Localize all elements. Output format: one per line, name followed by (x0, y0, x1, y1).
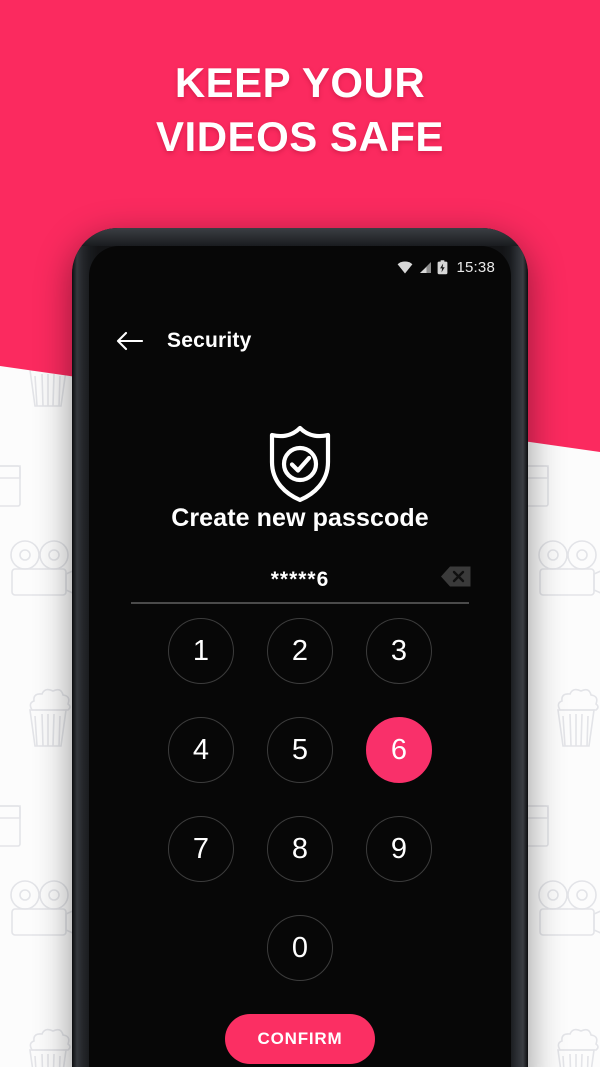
keypad-row: 1 2 3 (89, 618, 511, 684)
key-1[interactable]: 1 (168, 618, 234, 684)
key-8[interactable]: 8 (267, 816, 333, 882)
key-9[interactable]: 9 (366, 816, 432, 882)
passcode-input[interactable]: *****6 (131, 558, 471, 604)
app-toolbar: Security (89, 316, 511, 366)
key-0[interactable]: 0 (267, 915, 333, 981)
headline-line-1: KEEP YOUR (174, 59, 426, 106)
keypad-row: 7 8 9 (89, 816, 511, 882)
arrow-left-icon[interactable] (103, 331, 155, 351)
cellular-signal-icon (418, 261, 432, 274)
shield-check-icon (89, 424, 511, 504)
key-6[interactable]: 6 (366, 717, 432, 783)
backspace-icon[interactable] (439, 564, 473, 589)
promo-headline: KEEP YOUR VIDEOS SAFE (0, 56, 600, 164)
key-3[interactable]: 3 (366, 618, 432, 684)
numeric-keypad: 1 2 3 4 5 6 7 8 9 0 (89, 618, 511, 1014)
phone-top-edge (72, 228, 528, 246)
confirm-button[interactable]: CONFIRM (224, 1014, 376, 1064)
passcode-heading: Create new passcode (171, 504, 429, 532)
key-5[interactable]: 5 (267, 717, 333, 783)
key-7[interactable]: 7 (168, 816, 234, 882)
status-bar: 15:38 (89, 246, 511, 288)
page-title: Security (167, 329, 252, 352)
promo-screenshot: KEEP YOUR VIDEOS SAFE 15:38 Security Cre… (0, 0, 600, 1067)
confirm-button-container: CONFIRM (89, 1014, 511, 1064)
keypad-row: 0 (89, 915, 511, 981)
keypad-row: 4 5 6 (89, 717, 511, 783)
headline-line-2: VIDEOS SAFE (156, 113, 444, 160)
phone-mockup: 15:38 Security Create new passcode *****… (72, 228, 528, 1067)
status-bar-time: 15:38 (456, 258, 495, 276)
passcode-value: *****6 (270, 568, 330, 591)
battery-charging-icon (437, 259, 448, 275)
phone-screen: 15:38 Security Create new passcode *****… (89, 246, 511, 1067)
key-2[interactable]: 2 (267, 618, 333, 684)
key-4[interactable]: 4 (168, 717, 234, 783)
wifi-icon (397, 261, 413, 274)
